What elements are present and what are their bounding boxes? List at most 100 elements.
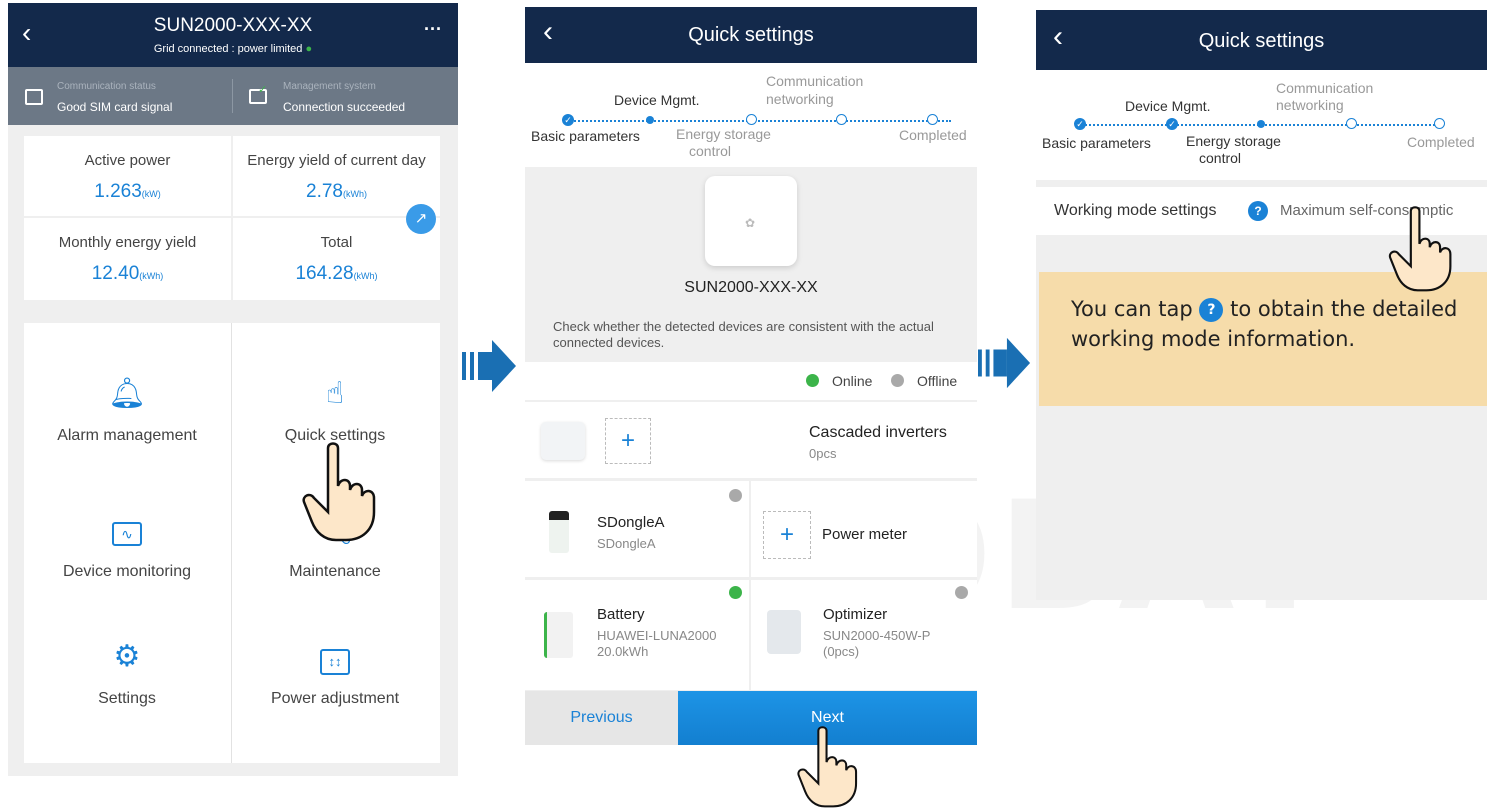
sliders-icon: ↕↕ <box>232 638 438 676</box>
battery-card[interactable]: Battery HUAWEI-LUNA2000 20.0kWh <box>525 580 749 690</box>
optimizer-card[interactable]: Optimizer SUN2000-450W-P (0pcs) <box>751 580 977 690</box>
add-inverter-button[interactable]: + <box>605 418 651 464</box>
status-bar: Communication status Good SIM card signa… <box>8 67 458 125</box>
menu-panel: 🔔︎ Alarm management ☝︎ Quick settings ∿ … <box>24 323 440 763</box>
grid-status: Grid connected : power limited ● <box>153 43 313 55</box>
title-bar: ‹ Quick settings <box>1036 10 1487 70</box>
tip-text: You can tap ? to obtain the detailed wor… <box>1071 297 1458 351</box>
step-basic-label: Basic parameters <box>1042 135 1151 151</box>
add-meter-button[interactable]: + <box>763 511 811 559</box>
gear-icon: ⚙︎ <box>113 640 141 673</box>
step-comm-label-2: networking <box>1276 97 1344 113</box>
step-energy-dot <box>1257 120 1265 128</box>
online-label: Online <box>832 373 873 389</box>
step-basic-dot: ✓ <box>1074 118 1086 130</box>
battery-image <box>544 612 573 658</box>
step-completed-dot <box>1434 118 1445 129</box>
status-dot-icon: ● <box>305 43 313 55</box>
step-comm-label: Communication <box>766 73 864 89</box>
step-basic-dot: ✓ <box>562 114 574 126</box>
sdongle-card[interactable]: SDongleA SDongleA <box>525 481 749 577</box>
check-hint: Check whether the detected devices are c… <box>553 319 934 350</box>
stat-monthly-yield: Monthly energy yield 12.40(kWh) <box>24 218 231 300</box>
tap-icon: ☝︎ <box>325 377 345 410</box>
menu-device-monitoring[interactable]: ∿ Device monitoring <box>24 511 230 581</box>
previous-button[interactable]: Previous <box>525 691 678 745</box>
step-device-label: Device Mgmt. <box>614 92 700 108</box>
optimizer-image <box>767 610 801 654</box>
tip-box: You can tap ? to obtain the detailed wor… <box>1039 272 1487 406</box>
step-device-dot: ✓ <box>1166 118 1178 130</box>
step-completed-label: Completed <box>1407 134 1475 150</box>
flow-arrow-1 <box>462 340 516 392</box>
offline-label: Offline <box>917 373 958 389</box>
flow-arrow-2 <box>978 337 1031 389</box>
device-name: SUN2000-XXX-XX <box>684 279 818 296</box>
legend-row: Online Offline <box>525 362 977 400</box>
step-energy-label-2: control <box>689 143 732 159</box>
menu-quick-settings[interactable]: ☝︎ Quick settings <box>232 375 438 445</box>
stat-total-yield: Total 164.28(kWh) <box>233 218 440 300</box>
help-icon: ? <box>1199 298 1224 322</box>
monitor-icon: ∿ <box>24 511 230 549</box>
online-dot-icon <box>806 374 819 387</box>
optimizer-title: Optimizer <box>823 606 888 623</box>
step-completed-label: Completed <box>899 127 967 143</box>
title-bar: ‹ SUN2000-XXX-XX Grid connected : power … <box>8 3 458 67</box>
chart-icon[interactable]: ↗ <box>406 204 436 234</box>
cascaded-inverters-row[interactable]: + Cascaded inverters 0pcs <box>525 402 977 478</box>
inverter-thumb <box>541 422 585 460</box>
bell-icon: 🔔︎ <box>107 377 147 410</box>
step-comm-dot <box>1346 118 1357 129</box>
step-energy-label: Energy storage <box>676 126 771 142</box>
step-completed-dot <box>927 114 938 125</box>
optimizer-count: (0pcs) <box>823 644 860 659</box>
page-title: Quick settings <box>1198 30 1325 52</box>
stat-active-power: Active power 1.263(kW) <box>24 136 231 216</box>
comm-status-label: Communication status <box>57 81 156 92</box>
comm-status-value: Good SIM card signal <box>57 100 173 114</box>
offline-dot-icon <box>955 586 968 599</box>
sim-icon <box>25 89 43 105</box>
monitor-check-icon: ✓ <box>249 84 267 104</box>
sdongle-image <box>549 511 569 553</box>
mgmt-label: Management system <box>283 81 376 92</box>
more-icon[interactable]: ··· <box>424 19 442 40</box>
step-basic-label: Basic parameters <box>531 128 640 144</box>
step-energy-label-2: control <box>1199 150 1242 166</box>
tap-hand-icon <box>1388 206 1452 292</box>
battery-model: HUAWEI-LUNA2000 <box>597 628 717 643</box>
cascaded-title: Cascaded inverters <box>809 424 947 441</box>
step-comm-label: Communication <box>1276 80 1374 96</box>
menu-power-adjustment[interactable]: ↕↕ Power adjustment <box>232 638 438 708</box>
sdongle-title: SDongleA <box>597 514 665 531</box>
mgmt-value: Connection succeeded <box>283 100 406 114</box>
optimizer-model: SUN2000-450W-P <box>823 628 931 643</box>
power-meter-title: Power meter <box>822 526 908 543</box>
step-comm-label-2: networking <box>766 91 834 107</box>
help-icon[interactable]: ? <box>1248 201 1268 221</box>
stepper: Communication networking Device Mgmt. ✓ … <box>525 63 977 167</box>
phone-screen-device-mgmt: ‹ Quick settings Communication networkin… <box>525 7 977 745</box>
online-dot-icon <box>729 586 742 599</box>
battery-title: Battery <box>597 606 645 623</box>
stepper: Communication networking Device Mgmt. ✓ … <box>1036 70 1487 180</box>
title-bar: ‹ Quick settings <box>525 7 977 63</box>
page-title: Quick settings <box>688 24 814 46</box>
step-device-dot <box>646 116 654 124</box>
battery-capacity: 20.0kWh <box>597 644 649 659</box>
page-title: SUN2000-XXX-XX <box>153 15 313 36</box>
menu-alarm-management[interactable]: 🔔︎ Alarm management <box>24 375 230 445</box>
step-energy-label: Energy storage <box>1186 133 1281 149</box>
step-energy-dot <box>746 114 757 125</box>
power-meter-card[interactable]: + Power meter <box>751 481 977 577</box>
phone-screen-home: ‹ SUN2000-XXX-XX Grid connected : power … <box>8 3 458 776</box>
step-device-label: Device Mgmt. <box>1125 98 1211 114</box>
menu-settings[interactable]: ⚙︎ Settings <box>24 638 230 708</box>
tap-hand-icon <box>797 726 858 808</box>
tap-hand-icon <box>302 442 376 542</box>
offline-dot-icon <box>729 489 742 502</box>
offline-dot-icon <box>891 374 904 387</box>
stat-daily-yield: Energy yield of current day 2.78(kWh) <box>233 136 440 216</box>
step-comm-dot <box>836 114 847 125</box>
